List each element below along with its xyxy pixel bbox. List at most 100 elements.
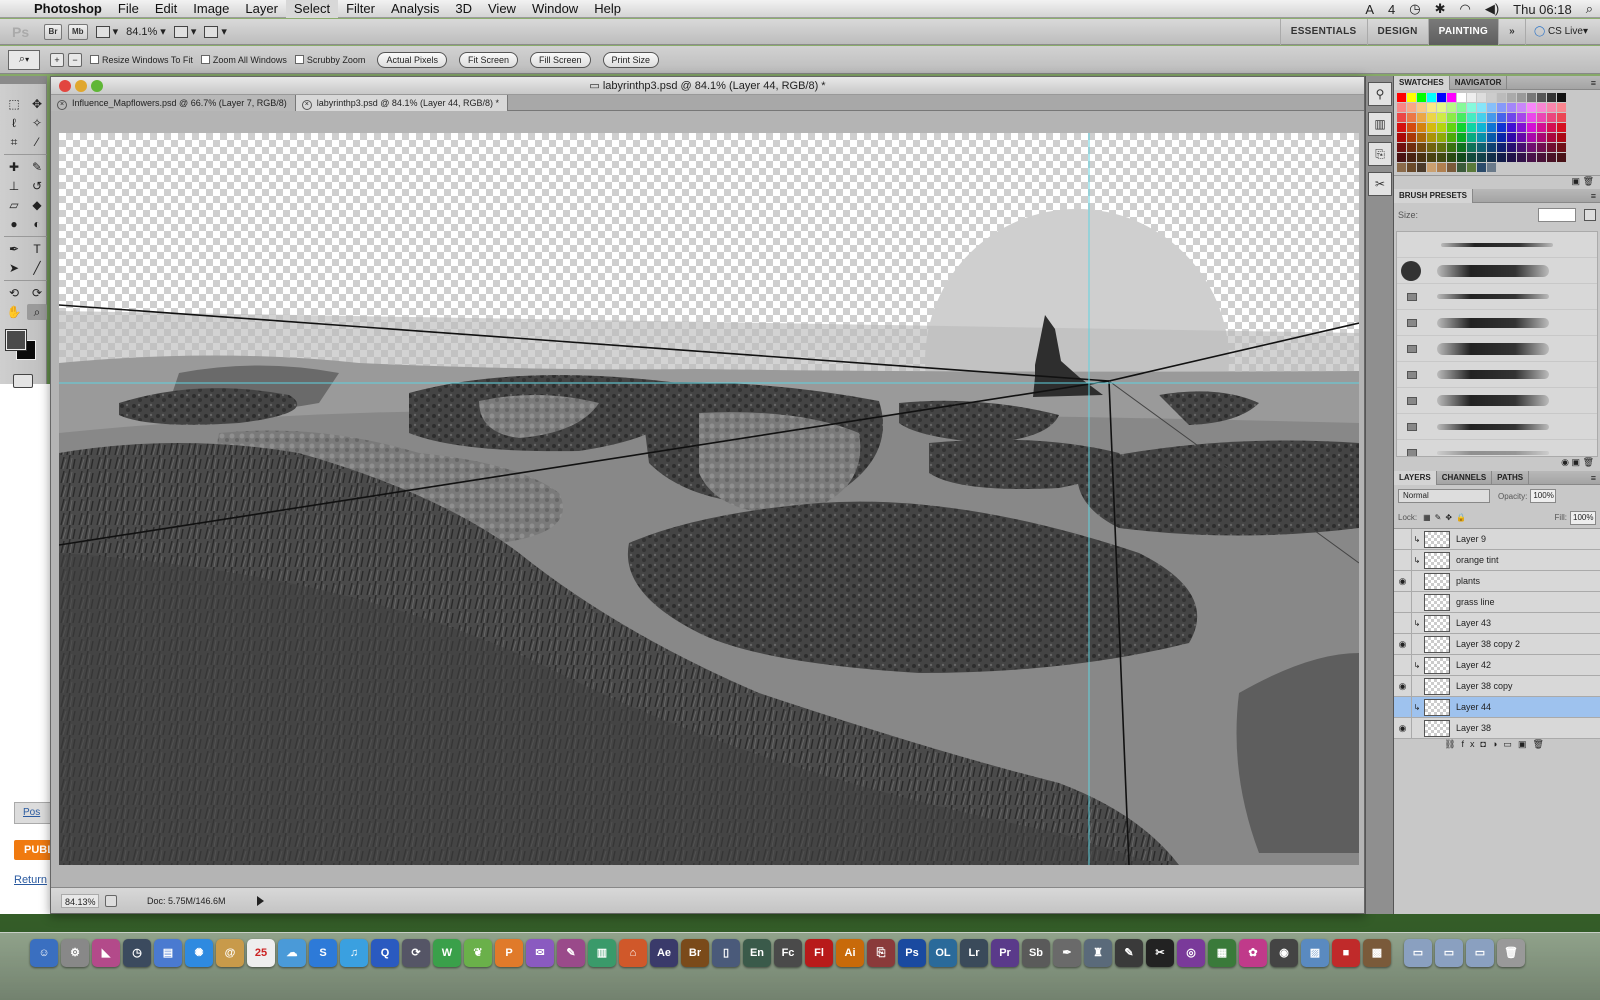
- color-swatch[interactable]: [1487, 113, 1496, 122]
- photoshop-icon[interactable]: Ps: [898, 939, 926, 967]
- visibility-eye-icon[interactable]: [1394, 696, 1412, 718]
- color-swatch[interactable]: [1437, 93, 1446, 102]
- color-swatch[interactable]: [1457, 143, 1466, 152]
- opacity-field[interactable]: 100%: [1530, 489, 1557, 503]
- color-swatch[interactable]: [1557, 143, 1566, 152]
- color-swatch[interactable]: [1467, 103, 1476, 112]
- visibility-eye-icon[interactable]: ◉: [1394, 570, 1412, 592]
- color-swatch[interactable]: [1467, 93, 1476, 102]
- fill-field[interactable]: 100%: [1570, 510, 1596, 525]
- brush-preset[interactable]: [1397, 414, 1597, 440]
- fill-screen-button[interactable]: Fill Screen: [529, 51, 591, 68]
- color-swatch[interactable]: [1427, 133, 1436, 142]
- line-tool-icon[interactable]: ╱: [27, 260, 47, 276]
- flash-catalyst-icon[interactable]: Fc: [774, 939, 802, 967]
- color-swatch[interactable]: [1467, 123, 1476, 132]
- color-swatch[interactable]: [1547, 113, 1556, 122]
- color-swatch[interactable]: [1447, 103, 1456, 112]
- menu-view[interactable]: View: [480, 0, 524, 18]
- color-swatch[interactable]: [1437, 163, 1446, 172]
- blur-tool-icon[interactable]: ●: [4, 216, 24, 232]
- layer-row[interactable]: ↳ Layer 43: [1394, 612, 1600, 634]
- layer-row[interactable]: ↳ Layer 44: [1394, 696, 1600, 718]
- healing-brush-tool-icon[interactable]: ✚: [4, 159, 24, 175]
- brush-preset[interactable]: [1397, 258, 1597, 284]
- color-swatch[interactable]: [1447, 143, 1456, 152]
- color-swatch[interactable]: [1517, 93, 1526, 102]
- paint-bucket-tool-icon[interactable]: ◆: [27, 197, 47, 213]
- color-swatch[interactable]: [1477, 153, 1486, 162]
- quick-mask-icon[interactable]: [13, 374, 33, 388]
- color-swatch[interactable]: [1417, 153, 1426, 162]
- brush-preset[interactable]: [1397, 310, 1597, 336]
- color-swatch[interactable]: [1497, 103, 1506, 112]
- color-swatch[interactable]: [1407, 103, 1416, 112]
- color-swatch[interactable]: [1537, 113, 1546, 122]
- adobe-status-icon[interactable]: A: [1358, 2, 1381, 17]
- color-swatch[interactable]: [1407, 93, 1416, 102]
- layer-row[interactable]: ↳ Layer 9: [1394, 528, 1600, 550]
- color-swatch[interactable]: [1447, 133, 1456, 142]
- status-zoom-field[interactable]: 84.13%: [61, 893, 99, 908]
- volume-icon[interactable]: ◀): [1478, 1, 1506, 17]
- color-swatch[interactable]: [1507, 143, 1516, 152]
- new-brush-icon[interactable]: ▣: [1572, 457, 1581, 467]
- foreground-color-swatch[interactable]: [5, 329, 27, 351]
- layer-name[interactable]: Layer 42: [1456, 660, 1491, 670]
- canvas[interactable]: [59, 133, 1359, 865]
- color-swatch[interactable]: [1527, 103, 1536, 112]
- menu-help[interactable]: Help: [586, 0, 629, 18]
- layer-thumbnail[interactable]: [1424, 698, 1450, 716]
- layer-thumbnail[interactable]: [1424, 530, 1450, 548]
- paint-app-icon[interactable]: ✎: [557, 939, 585, 967]
- tool-presets-panel-icon[interactable]: ✂: [1368, 172, 1392, 196]
- color-swatch[interactable]: [1397, 93, 1406, 102]
- path-selection-tool-icon[interactable]: ➤: [4, 260, 24, 276]
- acrobat-icon[interactable]: ⎘: [867, 939, 895, 967]
- color-swatch[interactable]: [1447, 123, 1456, 132]
- color-swatch[interactable]: [1447, 113, 1456, 122]
- print-size-button[interactable]: Print Size: [602, 51, 660, 68]
- color-swatch[interactable]: [1457, 93, 1466, 102]
- color-swatch[interactable]: [1447, 163, 1456, 172]
- color-swatch[interactable]: [1527, 143, 1536, 152]
- post-link[interactable]: Pos: [14, 802, 54, 824]
- color-swatch[interactable]: [1427, 103, 1436, 112]
- menu-filter[interactable]: Filter: [338, 0, 383, 18]
- tab-navigator[interactable]: NAVIGATOR: [1450, 75, 1508, 90]
- history-brush-tool-icon[interactable]: ↺: [27, 178, 47, 194]
- color-swatch[interactable]: [1487, 163, 1496, 172]
- arrange-documents-dropdown[interactable]: ▾: [173, 25, 196, 38]
- color-swatch[interactable]: [1407, 163, 1416, 172]
- panel-menu-icon[interactable]: ≡: [1591, 191, 1596, 201]
- layer-name[interactable]: grass line: [1456, 597, 1495, 607]
- eyedropper-tool-icon[interactable]: ⁄: [27, 134, 47, 150]
- close-tab-icon[interactable]: ×: [57, 100, 67, 110]
- illustrator-icon[interactable]: Ai: [836, 939, 864, 967]
- dvd-player-icon[interactable]: ◎: [1177, 939, 1205, 967]
- soundbooth-icon[interactable]: Sb: [1022, 939, 1050, 967]
- color-swatch[interactable]: [1527, 133, 1536, 142]
- layer-row[interactable]: ↳ orange tint: [1394, 549, 1600, 571]
- color-swatch[interactable]: [1547, 153, 1556, 162]
- layer-thumbnail[interactable]: [1424, 719, 1450, 737]
- menu-3d[interactable]: 3D: [447, 0, 480, 18]
- brush-panel-icon[interactable]: ⚲: [1368, 82, 1392, 106]
- quicktime-icon[interactable]: Q: [371, 939, 399, 967]
- color-swatch[interactable]: [1397, 103, 1406, 112]
- layer-name[interactable]: Layer 44: [1456, 702, 1491, 712]
- color-swatch[interactable]: [1397, 123, 1406, 132]
- final-cut-icon[interactable]: ✂: [1146, 939, 1174, 967]
- visibility-eye-icon[interactable]: [1394, 654, 1412, 676]
- view-extras-dropdown[interactable]: ▾: [95, 25, 118, 38]
- tab-labyrinthp3[interactable]: × labyrinthp3.psd @ 84.1% (Layer 44, RGB/…: [295, 95, 508, 111]
- safari-icon[interactable]: ✺: [185, 939, 213, 967]
- color-swatch[interactable]: [1517, 153, 1526, 162]
- layer-name[interactable]: Layer 9: [1456, 534, 1486, 544]
- color-swatch[interactable]: [1427, 143, 1436, 152]
- 3d-orbit-tool-icon[interactable]: ⟳: [27, 285, 47, 301]
- menu-file[interactable]: File: [110, 0, 147, 18]
- pages-icon[interactable]: P: [495, 939, 523, 967]
- front-row-icon[interactable]: ◣: [92, 939, 120, 967]
- color-swatch[interactable]: [1467, 163, 1476, 172]
